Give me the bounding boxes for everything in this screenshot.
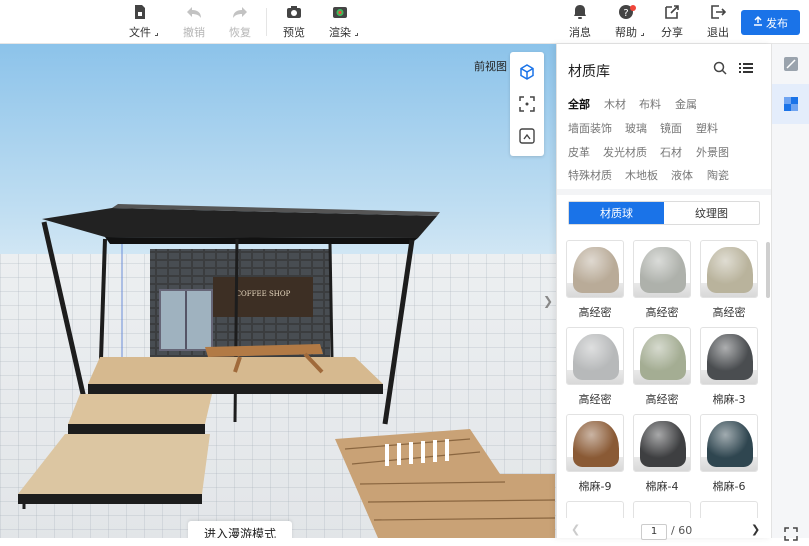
messages-button[interactable]: 消息 <box>560 4 600 42</box>
svg-text:?: ? <box>623 8 628 19</box>
pagination: ❮ 1 / 60 ❯ <box>557 520 772 538</box>
material-preview <box>573 334 619 380</box>
category-wood[interactable]: 木材 <box>604 96 626 112</box>
collapse-panel-chevron-icon[interactable]: ❯ <box>540 291 556 311</box>
material-preview <box>707 334 753 380</box>
upload-icon <box>753 16 763 29</box>
material-library-panel: 材质库 全部 木材 布料 金属 墙面装饰 玻璃 镜面 塑料 皮革 发光材质 石材… <box>556 44 771 538</box>
category-exterior[interactable]: 外景图 <box>696 144 729 160</box>
category-glass[interactable]: 玻璃 <box>625 120 647 136</box>
search-icon[interactable] <box>713 61 727 75</box>
material-tile[interactable]: 棉麻-4 <box>633 414 691 494</box>
material-preview <box>573 421 619 467</box>
fit-view-icon[interactable] <box>519 96 535 112</box>
category-fabric[interactable]: 布料 <box>639 96 661 112</box>
category-special[interactable]: 特殊材质 <box>568 167 612 183</box>
preview-button[interactable]: 预览 <box>274 4 314 42</box>
3d-viewport[interactable]: COFFEE SHOP <box>0 44 556 538</box>
material-preview <box>640 334 686 380</box>
material-library-tab-icon[interactable] <box>772 84 809 124</box>
file-icon <box>132 4 148 20</box>
material-grid: 高经密 高经密 高经密 高经密 高经密 棉麻-3 棉麻-9 棉麻-4 <box>557 238 762 518</box>
top-toolbar: 文件 撤销 恢复 预览 渲染 消息 ? 帮助 分享 退出 发布 <box>0 0 809 44</box>
minimap-icon[interactable] <box>519 128 535 144</box>
material-tabs: 材质球 纹理图 <box>568 201 760 225</box>
exit-icon <box>710 4 726 20</box>
scene-model: COFFEE SHOP <box>0 44 556 538</box>
material-preview <box>707 421 753 467</box>
texture-tool-icon[interactable] <box>779 52 803 76</box>
material-preview <box>640 247 686 293</box>
material-tile[interactable]: 棉麻-3 <box>700 327 758 407</box>
list-view-icon[interactable] <box>739 61 753 75</box>
category-plastic[interactable]: 塑料 <box>696 120 718 136</box>
category-wood-floor[interactable]: 木地板 <box>625 167 658 183</box>
tab-texture-map[interactable]: 纹理图 <box>664 202 759 224</box>
notification-dot <box>630 5 636 11</box>
panel-title: 材质库 <box>568 61 610 81</box>
prev-page-icon[interactable]: ❮ <box>571 523 580 536</box>
front-view-label: 前视图 <box>474 58 507 74</box>
category-mirror[interactable]: 镜面 <box>660 120 682 136</box>
material-tile[interactable]: 高经密 <box>566 327 624 407</box>
fullscreen-icon[interactable] <box>779 522 803 546</box>
exit-button[interactable]: 退出 <box>698 4 738 42</box>
next-page-icon[interactable]: ❯ <box>751 523 760 536</box>
category-emissive[interactable]: 发光材质 <box>603 144 647 160</box>
share-button[interactable]: 分享 <box>652 4 692 42</box>
category-ceramic[interactable]: 陶瓷 <box>707 167 729 183</box>
right-tool-strip <box>771 44 809 538</box>
file-menu-button[interactable]: 文件 <box>120 4 160 42</box>
category-all[interactable]: 全部 <box>568 96 590 112</box>
material-tile[interactable]: 棉麻-9 <box>566 414 624 494</box>
category-wall-decor[interactable]: 墙面装饰 <box>568 120 612 136</box>
material-tile[interactable]: 高经密 <box>566 240 624 320</box>
material-tile[interactable]: 棉麻-6 <box>700 414 758 494</box>
category-metal[interactable]: 金属 <box>675 96 697 112</box>
enter-roam-mode-button[interactable]: 进入漫游模式 <box>188 521 292 538</box>
category-liquid[interactable]: 液体 <box>671 167 693 183</box>
material-tile[interactable]: 高经密 <box>700 240 758 320</box>
material-tile[interactable]: 高经密 <box>633 240 691 320</box>
coffee-shop-sign: COFFEE SHOP <box>236 290 291 298</box>
bell-icon <box>572 4 588 20</box>
help-button[interactable]: ? 帮助 <box>606 4 646 42</box>
publish-button[interactable]: 发布 <box>741 10 800 35</box>
category-stone[interactable]: 石材 <box>660 144 682 160</box>
undo-button[interactable]: 撤销 <box>174 4 214 42</box>
category-leather[interactable]: 皮革 <box>568 144 590 160</box>
view-tools <box>510 52 544 156</box>
render-icon <box>332 4 348 20</box>
material-preview <box>573 247 619 293</box>
tab-material-ball[interactable]: 材质球 <box>569 202 664 224</box>
material-tile[interactable]: 高经密 <box>633 327 691 407</box>
material-preview <box>640 421 686 467</box>
page-total: / 60 <box>671 524 692 537</box>
cube-view-icon[interactable] <box>519 64 535 80</box>
redo-button[interactable]: 恢复 <box>220 4 260 42</box>
camera-icon <box>286 4 302 20</box>
scrollbar[interactable] <box>766 242 770 298</box>
material-preview <box>707 247 753 293</box>
render-button[interactable]: 渲染 <box>320 4 360 42</box>
share-icon <box>664 4 680 20</box>
redo-icon <box>232 4 248 20</box>
undo-icon <box>186 4 202 20</box>
